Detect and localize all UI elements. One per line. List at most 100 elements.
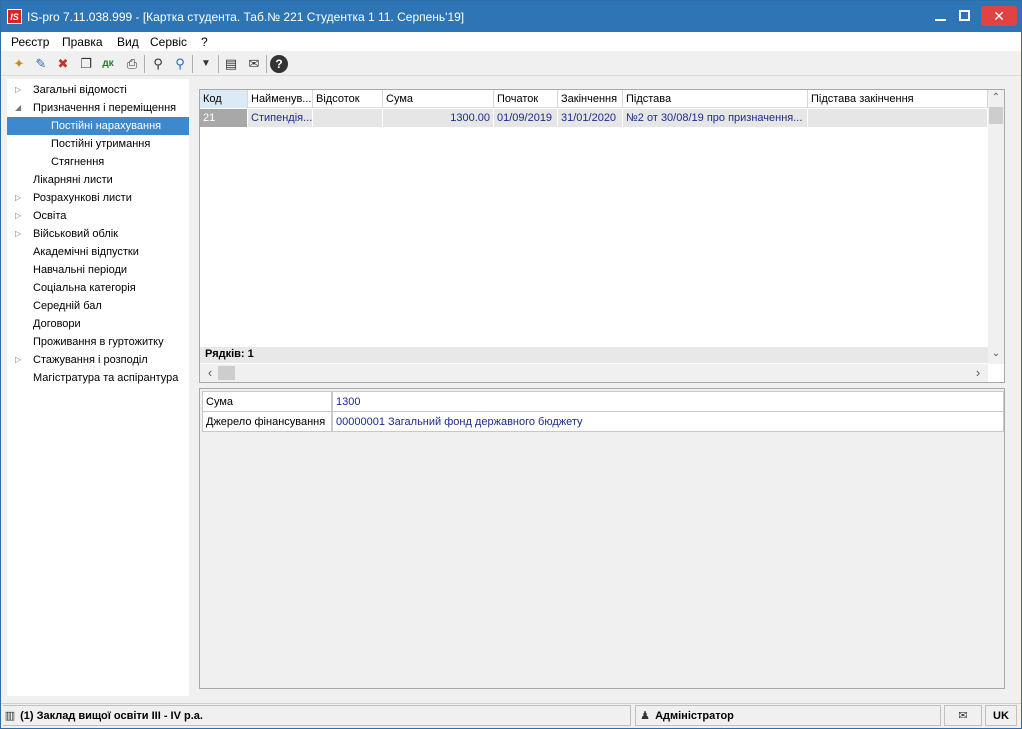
expand-arrow-icon[interactable]: ▷ [15,81,21,99]
status-organization[interactable]: ▥ (1) Заклад вищої освіти III - IV р.а. [3,705,631,726]
vertical-scrollbar[interactable]: ⌃ ⌄ [988,90,1004,364]
print-icon[interactable]: ⎙ [123,55,141,73]
tree-item-label: Загальні відомості [33,84,127,96]
tree-item-label: Освіта [33,210,67,222]
language-indicator: UK [993,710,1009,722]
cell-amount: 1300.00 [383,109,494,127]
toolbar-separator [218,55,219,73]
tree-item-sick-leaves[interactable]: Лікарняні листи [7,171,189,189]
scroll-right-icon[interactable]: › [970,365,986,380]
scroll-up-icon[interactable]: ⌃ [988,92,1004,103]
column-header-basis[interactable]: Підстава [623,90,808,108]
column-header-amount[interactable]: Сума [383,90,494,108]
toolbar: ✦ ✎ ✖ ❐ дк ⎙ ⚲ ⚲ ▼ ▤ ✉ ? [1,52,1021,76]
vertical-scroll-thumb[interactable] [989,107,1003,124]
delete-doc-icon[interactable]: ✖ [54,55,72,73]
grid-footer: Рядків: 1 [200,347,988,363]
copy-doc-icon[interactable]: ❐ [77,55,95,73]
tree-item-penalties[interactable]: Стягнення [7,153,189,171]
tree-item-label: Постійні утримання [51,138,151,150]
toolbar-separator [192,55,193,73]
new-doc-icon[interactable]: ✦ [10,55,28,73]
tree-item-social-category[interactable]: Соціальна категорія [7,279,189,297]
window-title: IS-pro 7.11.038.999 - [Картка студента. … [27,10,465,24]
cell-basis: №2 от 30/08/19 про призначення... [623,109,808,127]
form-icon[interactable]: ▤ [222,55,240,73]
tree-item-label: Стажування і розподіл [33,354,148,366]
edit-doc-icon[interactable]: ✎ [32,55,50,73]
maximize-icon [959,10,970,21]
horizontal-scrollbar[interactable]: ‹ › [200,364,988,382]
search-icon[interactable]: ⚲ [149,55,167,73]
tree-item-contracts[interactable]: Договори [7,315,189,333]
dk-icon[interactable]: дк [99,55,117,73]
help-icon[interactable]: ? [270,55,288,73]
title-bar[interactable]: IS IS-pro 7.11.038.999 - [Картка студент… [1,1,1021,32]
column-header-percent[interactable]: Відсоток [313,90,383,108]
tree-item-label: Призначення і переміщення [33,102,177,114]
menu-registry[interactable]: Реєстр [11,35,49,49]
tree-item-permanent-accruals[interactable]: Постійні нарахування [7,117,189,135]
toolbar-separator [266,55,267,73]
tree-item-masters-postgrad[interactable]: Магістратура та аспірантура [7,369,189,387]
tree-item-assignment-transfer[interactable]: ◢ Призначення і переміщення [7,99,189,117]
tree-item-dormitory[interactable]: Проживання в гуртожитку [7,333,189,351]
tree-item-label: Постійні нарахування [51,120,162,132]
tree-item-academic-leaves[interactable]: Академічні відпустки [7,243,189,261]
menu-edit[interactable]: Правка [62,35,103,49]
expand-arrow-icon[interactable]: ▷ [15,207,21,225]
tree-item-label: Військовий облік [33,228,118,240]
close-icon: ✕ [993,8,1005,24]
organization-icon: ▥ [4,710,16,722]
funding-source-field[interactable]: 00000001 Загальний фонд державного бюдже… [332,411,1004,432]
maximize-button[interactable] [951,6,979,26]
cell-percent [313,109,383,127]
amount-label: Сума [202,391,332,412]
tree-item-label: Розрахункові листи [33,192,132,204]
scroll-left-icon[interactable]: ‹ [202,365,218,380]
status-language[interactable]: UK [985,705,1017,726]
filter-icon[interactable]: ▼ [197,55,215,73]
mail-icon[interactable]: ✉ [245,55,263,73]
tree-item-label: Навчальні періоди [33,264,128,276]
tree-item-label: Середній бал [33,300,102,312]
tree-item-permanent-deductions[interactable]: Постійні утримання [7,135,189,153]
status-user[interactable]: ♟ Адміністратор [635,705,941,726]
close-button[interactable]: ✕ [981,6,1017,26]
tree-item-average-grade[interactable]: Середній бал [7,297,189,315]
app-logo-icon: IS [7,9,22,24]
expand-arrow-icon[interactable]: ▷ [15,351,21,369]
table-row[interactable]: 21 Стипендія... 1300.00 01/09/2019 31/01… [200,109,988,127]
toolbar-separator [144,55,145,73]
expand-arrow-icon[interactable]: ▷ [15,189,21,207]
column-header-code[interactable]: Код [200,90,248,108]
amount-field[interactable]: 1300 [332,391,1004,412]
status-mail[interactable]: ✉ [944,705,982,726]
scroll-down-icon[interactable]: ⌄ [988,348,1004,359]
tree-item-label: Магістратура та аспірантура [33,372,179,384]
tree-item-general-info[interactable]: ▷ Загальні відомості [7,81,189,99]
grid-header: Код Найменув... Відсоток Сума Початок За… [200,90,988,108]
row-count-label: Рядків: 1 [205,348,254,360]
navigation-tree: ▷ Загальні відомості ◢ Призначення і пер… [7,79,189,696]
tree-item-payslips[interactable]: ▷ Розрахункові листи [7,189,189,207]
collapse-arrow-icon[interactable]: ◢ [15,99,21,117]
column-header-end-basis[interactable]: Підстава закінчення [808,90,988,108]
field-row-amount: Сума 1300 [202,391,1004,412]
menu-view[interactable]: Вид [117,35,139,49]
tree-item-study-periods[interactable]: Навчальні періоди [7,261,189,279]
cell-start: 01/09/2019 [494,109,558,127]
tree-item-label: Соціальна категорія [33,282,136,294]
horizontal-scroll-thumb[interactable] [218,366,235,380]
column-header-end[interactable]: Закінчення [558,90,623,108]
column-header-start[interactable]: Початок [494,90,558,108]
menu-help[interactable]: ? [201,35,208,49]
tree-item-internship[interactable]: ▷ Стажування і розподіл [7,351,189,369]
column-header-name[interactable]: Найменув... [248,90,313,108]
menu-service[interactable]: Сервіс [150,35,187,49]
tree-item-label: Академічні відпустки [33,246,139,258]
expand-arrow-icon[interactable]: ▷ [15,225,21,243]
tree-item-military[interactable]: ▷ Військовий облік [7,225,189,243]
tree-item-education[interactable]: ▷ Освіта [7,207,189,225]
search-next-icon[interactable]: ⚲ [171,55,189,73]
